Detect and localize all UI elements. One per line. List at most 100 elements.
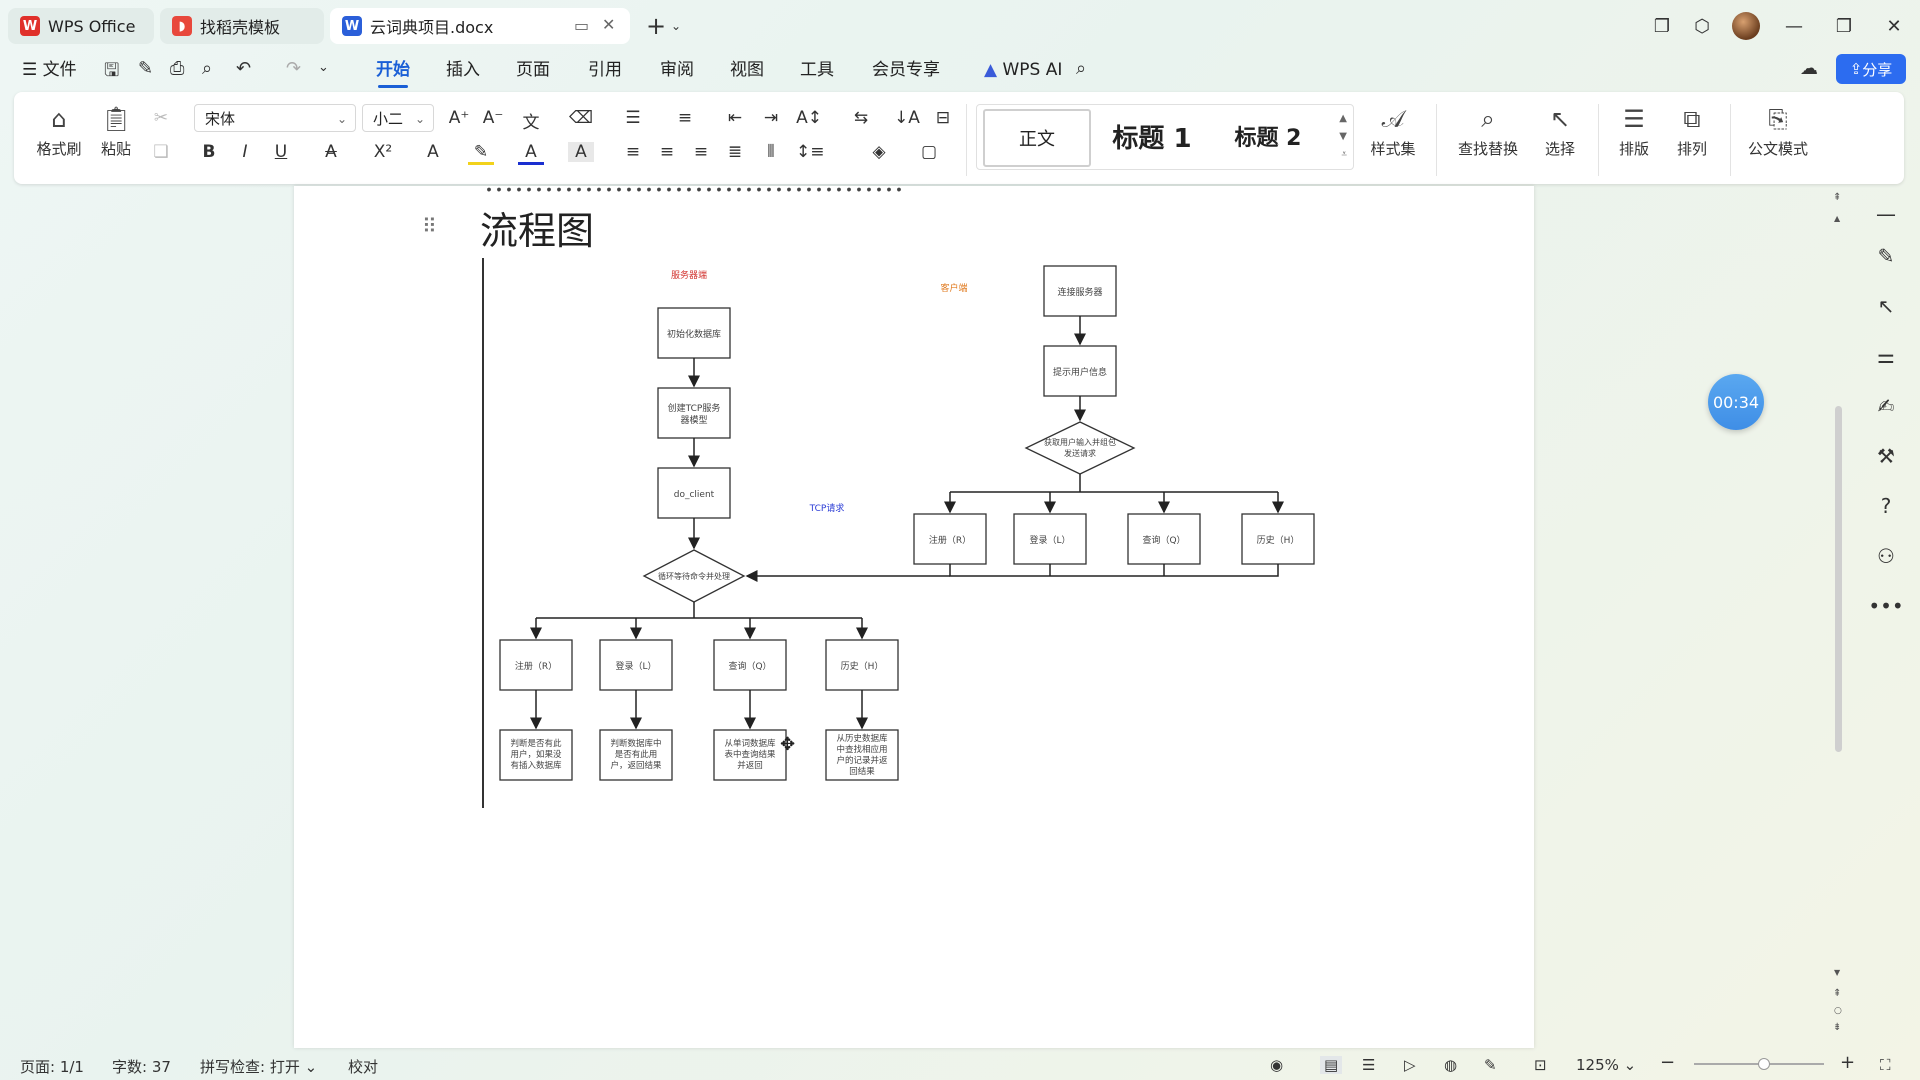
bold-icon[interactable]: B bbox=[196, 142, 222, 162]
undo-icon[interactable]: ↶ bbox=[236, 58, 251, 79]
pen-edit-icon[interactable]: ✎ bbox=[1872, 242, 1900, 270]
restore-icon[interactable]: ❐ bbox=[1828, 10, 1860, 42]
font-family-select[interactable]: 宋体 ⌄ bbox=[194, 104, 356, 132]
zoom-slider-knob[interactable] bbox=[1758, 1058, 1770, 1070]
increase-indent-icon[interactable]: ⇥ bbox=[758, 108, 784, 128]
tab-window-icon[interactable]: ▭ bbox=[574, 16, 589, 35]
collapse-panel-icon[interactable]: — bbox=[1872, 200, 1900, 228]
tab-references[interactable]: 引用 bbox=[588, 58, 622, 82]
vertical-scrollbar[interactable]: ⇞ ▲ ▼ ⇞ ○ ⇟ bbox=[1833, 192, 1842, 1042]
char-shading-icon[interactable]: A bbox=[568, 142, 594, 162]
tab-review[interactable]: 审阅 bbox=[660, 58, 694, 82]
scroll-top-icon[interactable]: ⇞ bbox=[1833, 192, 1841, 203]
show-marks-icon[interactable]: ⊟ bbox=[930, 108, 956, 128]
italic-icon[interactable]: I bbox=[232, 142, 258, 162]
tab-page[interactable]: 页面 bbox=[516, 58, 550, 82]
underline-icon[interactable]: U bbox=[268, 142, 294, 162]
tab-home[interactable]: 开始 bbox=[376, 58, 410, 88]
decrease-indent-icon[interactable]: ⇤ bbox=[722, 108, 748, 128]
file-menu[interactable]: ☰ 文件 bbox=[22, 58, 77, 82]
window-layout-icon[interactable]: ❐ bbox=[1646, 10, 1678, 42]
format-brush-quick-icon[interactable]: ✎ bbox=[138, 58, 153, 79]
next-page-icon[interactable]: ⇟ bbox=[1833, 1022, 1841, 1033]
adjust-sliders-icon[interactable]: ⚌ bbox=[1872, 342, 1900, 370]
official-mode-button[interactable]: ⎘ 公文模式 bbox=[1740, 104, 1816, 159]
cube-icon[interactable]: ⬡ bbox=[1686, 10, 1718, 42]
style-heading-2[interactable]: 标题 2 bbox=[1213, 109, 1323, 163]
sort-icon[interactable]: ↓A bbox=[894, 108, 920, 128]
tab-insert[interactable]: 插入 bbox=[446, 58, 480, 82]
print-preview-icon[interactable]: ⌕ bbox=[202, 58, 212, 79]
share-button[interactable]: ⇪ 分享 bbox=[1836, 54, 1906, 84]
font-size-select[interactable]: 小二 ⌄ bbox=[362, 104, 434, 132]
spell-check[interactable]: 拼写检查: 打开 ⌄ bbox=[200, 1056, 317, 1077]
more-icon[interactable]: ••• bbox=[1868, 592, 1903, 620]
superscript-icon[interactable]: X² bbox=[370, 142, 396, 162]
scrollbar-thumb[interactable] bbox=[1835, 406, 1842, 752]
fit-page-icon[interactable]: ⊡ bbox=[1534, 1056, 1547, 1074]
font-color-icon[interactable]: A bbox=[518, 142, 544, 165]
select-cursor-icon[interactable]: ↖ bbox=[1872, 292, 1900, 320]
outline-view-icon[interactable]: ☰ bbox=[1362, 1056, 1375, 1074]
layout-button[interactable]: ☰ 排版 bbox=[1606, 104, 1662, 159]
align-left-icon[interactable]: ≡ bbox=[620, 142, 646, 162]
wps-ai-button[interactable]: ▲ WPS AI bbox=[984, 58, 1062, 82]
shading-icon[interactable]: ◈ bbox=[866, 142, 892, 162]
align-center-icon[interactable]: ≡ bbox=[654, 142, 680, 162]
word-count[interactable]: 字数: 37 bbox=[112, 1056, 171, 1077]
scroll-up-icon[interactable]: ▲ bbox=[1834, 214, 1840, 223]
tab-list-chevron-icon[interactable]: ⌄ bbox=[664, 10, 688, 42]
search-icon[interactable]: ⌕ bbox=[1076, 58, 1086, 79]
shrink-font-icon[interactable]: A⁻ bbox=[480, 108, 506, 128]
save-icon[interactable]: 🖫 bbox=[104, 58, 119, 88]
style-set-button[interactable]: 𝒜 样式集 bbox=[1356, 104, 1430, 159]
zoom-out-icon[interactable]: − bbox=[1660, 1052, 1675, 1073]
border-icon[interactable]: ▢ bbox=[916, 142, 942, 162]
print-icon[interactable]: ⎙ bbox=[170, 58, 184, 79]
minimize-icon[interactable]: — bbox=[1778, 10, 1810, 42]
prev-page-icon[interactable]: ⇞ bbox=[1833, 988, 1841, 999]
page-view-icon[interactable]: ▤ bbox=[1320, 1056, 1343, 1074]
phonetic-icon[interactable]: 文 bbox=[518, 108, 544, 133]
paste-button[interactable]: 📋︎ 粘贴 bbox=[92, 104, 140, 159]
line-spacing-switch-icon[interactable]: ⇆ bbox=[848, 108, 874, 128]
eye-protect-icon[interactable]: ◉ bbox=[1270, 1056, 1283, 1074]
scroll-down-icon[interactable]: ▼ bbox=[1834, 968, 1840, 977]
gallery-down-icon[interactable]: ▼ bbox=[1339, 131, 1347, 142]
share-panel-icon[interactable]: ⚇ bbox=[1872, 542, 1900, 570]
flowchart[interactable]: 服务器端 客户端 TCP请求 初始化数据库 创建TCP服务 器模型 do_cli… bbox=[484, 256, 1364, 816]
numbered-list-icon[interactable]: ≡ bbox=[672, 108, 698, 128]
user-avatar[interactable] bbox=[1732, 12, 1760, 40]
proofread-button[interactable]: 校对 bbox=[348, 1056, 378, 1077]
tab-close-icon[interactable]: ✕ bbox=[602, 15, 615, 34]
copy-icon[interactable]: ❏ bbox=[148, 142, 174, 162]
quick-access-chevron-icon[interactable]: ⌄ bbox=[318, 60, 329, 75]
play-icon[interactable]: ▷ bbox=[1404, 1056, 1416, 1074]
zoom-level[interactable]: 125% ⌄ bbox=[1576, 1056, 1636, 1074]
tab-tools[interactable]: 工具 bbox=[800, 58, 834, 82]
browse-object-icon[interactable]: ○ bbox=[1834, 1006, 1842, 1016]
cut-icon[interactable]: ✂ bbox=[148, 108, 174, 128]
grow-font-icon[interactable]: A⁺ bbox=[446, 108, 472, 128]
arrange-button[interactable]: ⧉ 排列 bbox=[1664, 104, 1720, 159]
gallery-up-icon[interactable]: ▲ bbox=[1339, 113, 1347, 124]
help-icon[interactable]: ? bbox=[1872, 492, 1900, 520]
text-effect-icon[interactable]: A bbox=[420, 142, 446, 162]
style-normal[interactable]: 正文 bbox=[983, 109, 1091, 167]
annotate-icon[interactable]: ✎ bbox=[1484, 1056, 1497, 1074]
cloud-upload-icon[interactable]: ☁ bbox=[1800, 58, 1818, 79]
style-heading-1[interactable]: 标题 1 bbox=[1097, 109, 1207, 163]
tools-icon[interactable]: ⚒ bbox=[1872, 442, 1900, 470]
document-page[interactable]: …………………………………… ⠿ 流程图 服务器端 客户端 TCP请求 bbox=[294, 186, 1534, 1048]
recording-timer[interactable]: 00:34 bbox=[1708, 374, 1764, 430]
align-right-icon[interactable]: ≡ bbox=[688, 142, 714, 162]
distribute-icon[interactable]: ⫴ bbox=[758, 142, 784, 162]
window-close-icon[interactable]: ✕ bbox=[1878, 10, 1910, 42]
strikethrough-icon[interactable]: A bbox=[318, 142, 344, 162]
text-direction-icon[interactable]: A↕ bbox=[796, 108, 822, 128]
tab-templates[interactable]: ◗ 找稻壳模板 bbox=[160, 8, 324, 44]
bullet-list-icon[interactable]: ☰ bbox=[620, 108, 646, 128]
redo-icon[interactable]: ↷ bbox=[286, 58, 301, 79]
line-spacing-icon[interactable]: ↕≡ bbox=[796, 142, 825, 162]
fullscreen-icon[interactable]: ⛶ bbox=[1880, 1056, 1891, 1074]
